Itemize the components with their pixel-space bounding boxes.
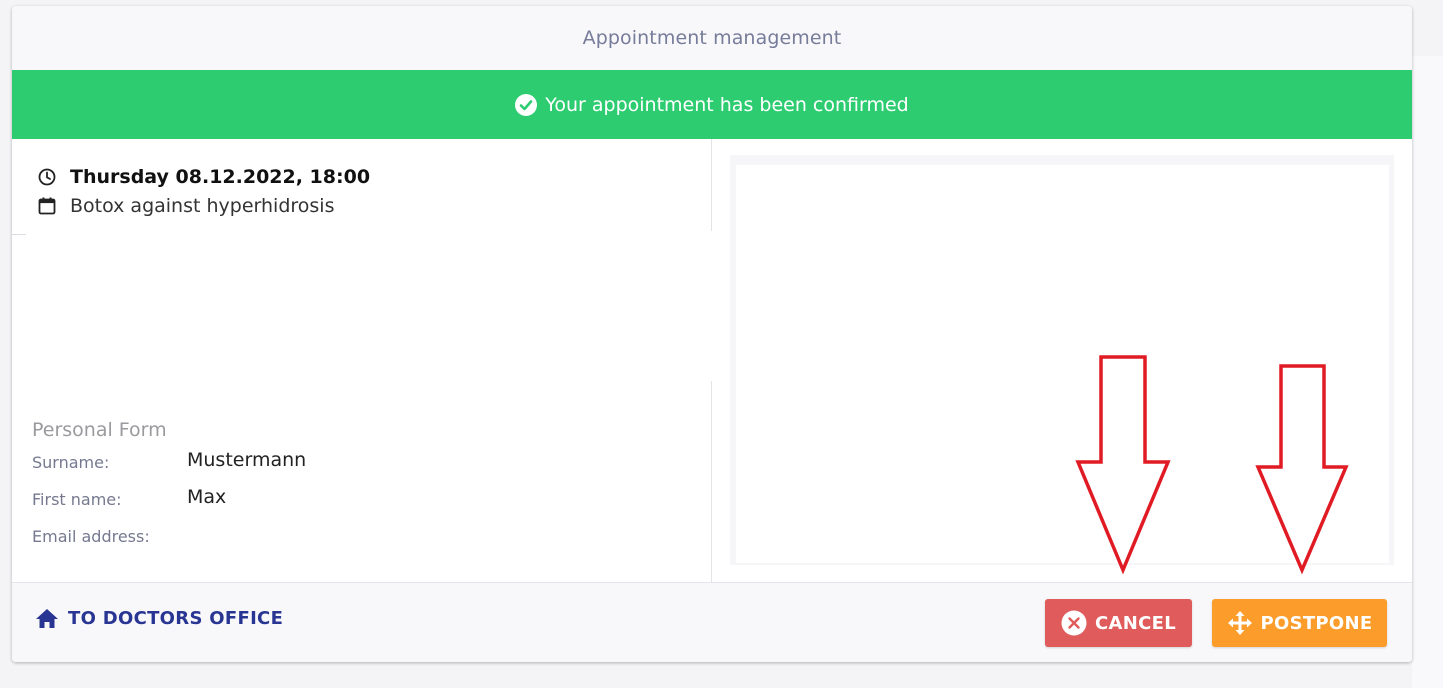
- move-arrows-icon: [1227, 610, 1253, 636]
- appointment-details: Thursday 08.12.2022, 18:00 Botox against…: [12, 139, 711, 582]
- datetime-text: Thursday 08.12.2022, 18:00: [70, 166, 371, 188]
- divider: [12, 234, 26, 235]
- page-background-strip: [1412, 56, 1443, 688]
- appointment-datetime: Thursday 08.12.2022, 18:00: [38, 166, 370, 188]
- column-divider-bottom: [711, 381, 712, 582]
- map-canvas[interactable]: [736, 165, 1389, 563]
- confirmation-banner: Your appointment has been confirmed: [12, 70, 1412, 139]
- cancel-button[interactable]: CANCEL: [1045, 599, 1192, 647]
- email-label: Email address:: [32, 527, 150, 546]
- calendar-icon: [38, 197, 56, 215]
- cancel-label: CANCEL: [1095, 612, 1176, 634]
- confirmation-text: Your appointment has been confirmed: [545, 93, 909, 116]
- to-doctors-office-label: TO DOCTORS OFFICE: [68, 607, 284, 629]
- postpone-label: POSTPONE: [1260, 612, 1373, 634]
- service-text: Botox against hyperhidrosis: [70, 195, 335, 217]
- first-name-label: First name:: [32, 490, 122, 509]
- appointment-service: Botox against hyperhidrosis: [38, 195, 334, 217]
- home-icon: [34, 607, 60, 629]
- appointment-card: Appointment management Your appointment …: [12, 6, 1412, 662]
- page-title-text: Appointment management: [582, 27, 842, 49]
- close-circle-icon: [1061, 610, 1087, 636]
- personal-form-title: Personal Form: [32, 419, 167, 441]
- to-doctors-office-link[interactable]: TO DOCTORS OFFICE: [34, 607, 283, 629]
- first-name-value: Max: [187, 486, 227, 508]
- page-title: Appointment management: [12, 6, 1412, 70]
- card-footer: TO DOCTORS OFFICE CANCEL POSTPONE: [12, 582, 1412, 662]
- map-panel[interactable]: [730, 155, 1394, 565]
- column-divider-top: [711, 139, 712, 231]
- postpone-button[interactable]: POSTPONE: [1212, 599, 1387, 647]
- clock-icon: [38, 168, 56, 186]
- surname-value: Mustermann: [187, 449, 307, 471]
- check-circle-icon: [515, 93, 538, 116]
- surname-label: Surname:: [32, 453, 110, 472]
